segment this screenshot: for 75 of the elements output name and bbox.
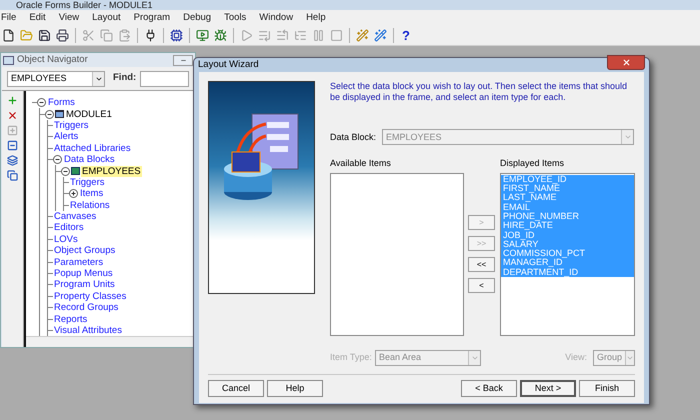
tree-item[interactable]: Data Blocks xyxy=(63,154,116,166)
block-dropdown[interactable]: EMPLOYEES xyxy=(7,70,105,86)
tree-item[interactable]: Triggers xyxy=(69,176,106,188)
menu-item[interactable]: Help xyxy=(306,10,326,26)
tree-item[interactable]: LOVs xyxy=(53,234,79,245)
tree-item[interactable]: Object Groups xyxy=(53,245,116,256)
move-button[interactable]: << xyxy=(468,257,495,272)
tree-item[interactable]: Parameters xyxy=(53,256,104,268)
expand-toggle-icon[interactable] xyxy=(69,189,78,198)
bug-icon[interactable] xyxy=(214,29,227,42)
tree-item[interactable]: Record Groups xyxy=(53,302,120,314)
close-icon[interactable] xyxy=(7,110,18,121)
menu-item[interactable]: Program xyxy=(134,10,170,26)
find-field[interactable] xyxy=(140,70,189,86)
dialog-button[interactable]: Finish xyxy=(579,380,635,398)
plus-icon[interactable] xyxy=(7,95,18,106)
menu-item[interactable]: Debug xyxy=(183,10,212,26)
tree-item[interactable]: Program Units xyxy=(53,279,116,290)
collapse-toggle-icon[interactable] xyxy=(37,98,46,108)
tree-item[interactable]: Triggers xyxy=(53,120,90,131)
menu-item[interactable]: View xyxy=(58,10,80,26)
folder-icon[interactable] xyxy=(20,29,33,42)
menu-item[interactable]: Window xyxy=(259,10,294,26)
tree-item[interactable]: Forms xyxy=(47,97,76,108)
dialog-button[interactable]: Help xyxy=(267,380,323,398)
chip-icon[interactable] xyxy=(170,29,183,42)
tree-item[interactable]: Popup Menus xyxy=(53,268,114,280)
tree-item[interactable]: Attached Libraries xyxy=(53,142,132,154)
dialog-button[interactable]: < Back xyxy=(461,380,517,398)
close-icon[interactable] xyxy=(622,58,630,67)
monitor-icon[interactable] xyxy=(196,29,209,42)
wand-icon[interactable] xyxy=(374,29,387,42)
menu-item[interactable]: Tools xyxy=(224,10,246,26)
tree-item[interactable]: Reports xyxy=(53,314,88,325)
dialog-button[interactable]: Next > xyxy=(520,380,576,398)
view-label: View: xyxy=(565,351,587,364)
available-items-list[interactable] xyxy=(330,172,464,336)
item-type-label: Item Type: xyxy=(330,351,373,364)
window-icon xyxy=(3,56,14,64)
tree-item[interactable]: Items xyxy=(79,188,104,200)
tree-item[interactable]: Canvases xyxy=(53,211,98,222)
collapse-toggle-icon[interactable] xyxy=(61,166,70,176)
tree-item[interactable]: EMPLOYEES xyxy=(81,166,142,177)
tree-item[interactable]: MODULE1 xyxy=(65,108,113,120)
tree-item[interactable]: Relations xyxy=(69,200,111,211)
tree-item[interactable]: Property Classes xyxy=(53,290,128,302)
window-title: Object Navigator xyxy=(17,52,89,67)
tree-item[interactable]: Alerts xyxy=(53,131,80,142)
menu-item[interactable]: File xyxy=(1,10,16,26)
collapse-toggle-icon[interactable] xyxy=(45,110,54,119)
find-label: Find: xyxy=(113,71,136,86)
plug-icon[interactable] xyxy=(144,29,157,42)
table-icon xyxy=(71,167,80,176)
dialog-title: Layout Wizard xyxy=(198,58,260,72)
dialog-button[interactable]: Cancel xyxy=(208,380,264,398)
form-module-icon xyxy=(55,110,64,118)
tree-item[interactable]: Editors xyxy=(53,222,85,234)
menu-item[interactable]: Edit xyxy=(29,10,46,26)
data-block-label: Data Block: xyxy=(330,130,374,144)
collapse-toggle-icon[interactable] xyxy=(53,155,62,164)
stacked-layers-icon[interactable] xyxy=(7,155,18,166)
help-button[interactable]: ? xyxy=(399,26,413,46)
tree-item[interactable]: Visual Attributes xyxy=(53,325,123,336)
move-button[interactable]: < xyxy=(468,278,495,294)
displayed-items-label: Displayed Items xyxy=(500,157,566,170)
instructions-text: Select the data block you wish to lay out. Then select the items that should be displayed in the frame, and select an item type for each. xyxy=(330,81,628,104)
printer-icon[interactable] xyxy=(56,29,69,42)
page-icon[interactable] xyxy=(2,29,15,42)
available-items-label: Available Items xyxy=(330,157,392,170)
menu-item[interactable]: Layout xyxy=(92,10,121,26)
app-title: Oracle Forms Builder - MODULE1 xyxy=(16,0,153,10)
wand-icon[interactable] xyxy=(356,29,369,42)
stacked-squares-icon[interactable] xyxy=(7,170,18,181)
minus-square-icon[interactable] xyxy=(7,140,18,151)
horizontal-scrollbar[interactable] xyxy=(26,336,194,348)
